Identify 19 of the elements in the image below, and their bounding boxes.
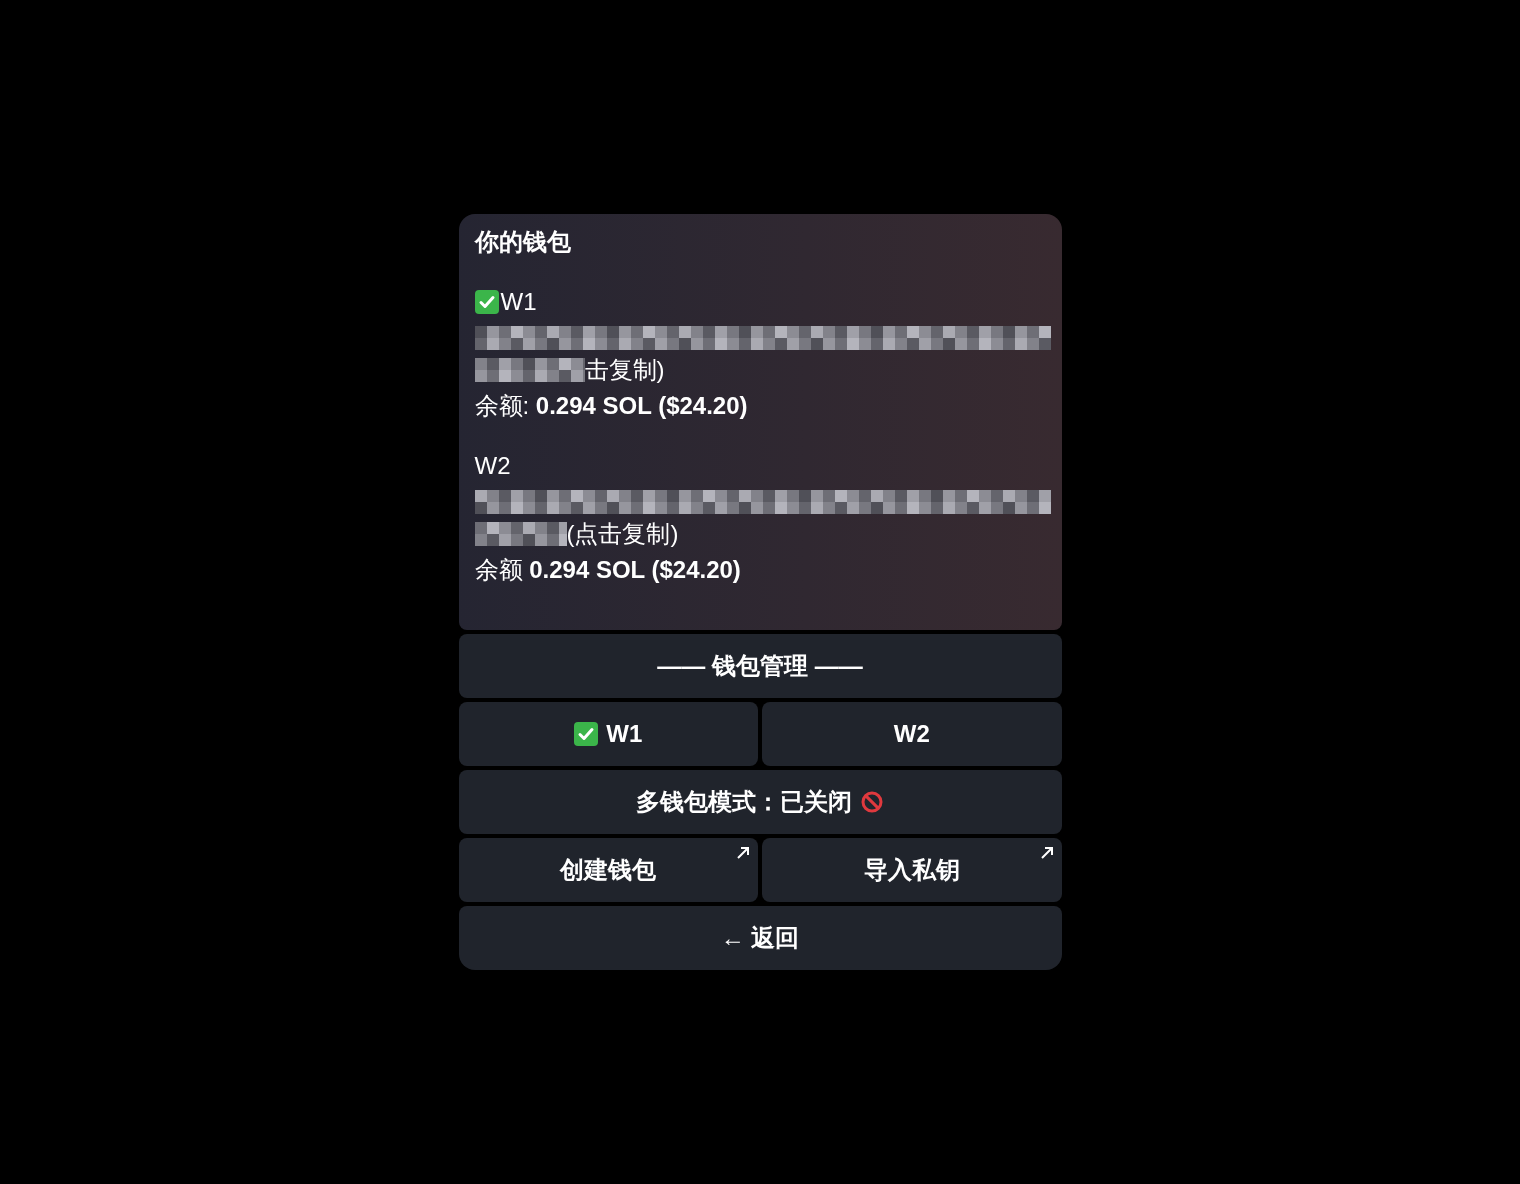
arrow-icon	[736, 846, 750, 860]
multi-wallet-button[interactable]: 多钱包模式：已关闭	[458, 770, 1062, 834]
arrow-icon	[1039, 846, 1054, 860]
wallet-name: W2	[474, 451, 511, 481]
wallet-button[interactable]: W1	[458, 702, 758, 766]
wallet-balance: 余额 0.294 SOL ($24.20)	[474, 555, 742, 585]
copy-hint[interactable]: 击复制)	[584, 354, 665, 386]
prohibited-icon	[860, 790, 884, 814]
check-icon	[574, 722, 599, 746]
check-icon	[474, 290, 499, 314]
wallet-button[interactable]: W2	[762, 702, 1062, 766]
wallet-balance: 余额: 0.294 SOL ($24.20)	[474, 391, 749, 421]
wallet-name: W1	[500, 287, 537, 317]
action-button[interactable]: 创建钱包	[458, 838, 758, 902]
copy-hint[interactable]: (点击复制)	[566, 518, 679, 550]
action-button[interactable]: 导入私钥	[762, 838, 1062, 902]
message-title: 你的钱包	[474, 227, 572, 257]
back-button[interactable]: ← 返回	[458, 906, 1062, 970]
section-header: —— 钱包管理 ——	[458, 634, 1062, 698]
